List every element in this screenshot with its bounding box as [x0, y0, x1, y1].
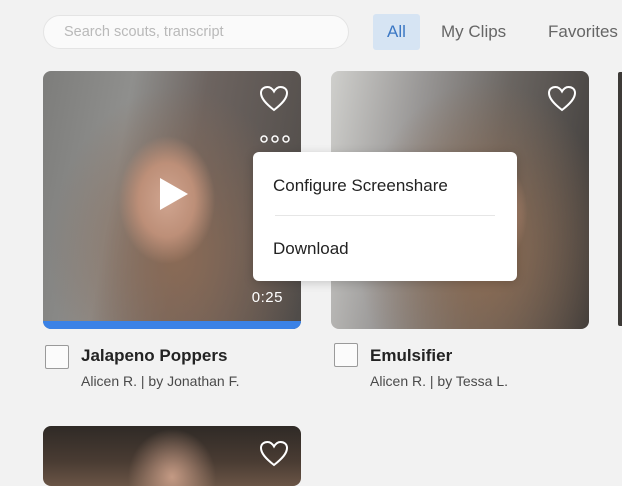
- clip-thumbnail[interactable]: [43, 426, 301, 486]
- clip-duration: 0:25: [251, 289, 283, 306]
- tab-all[interactable]: All: [373, 14, 420, 50]
- clip-thumbnail-partial[interactable]: [618, 72, 622, 326]
- search-input[interactable]: [43, 15, 349, 49]
- clip-meta: Alicen R. | by Jonathan F.: [81, 373, 240, 389]
- tab-favorites[interactable]: Favorites: [548, 14, 618, 50]
- heart-icon[interactable]: [259, 440, 289, 467]
- clip-title[interactable]: Jalapeno Poppers: [81, 346, 227, 366]
- more-icon[interactable]: [260, 134, 290, 144]
- heart-icon[interactable]: [547, 85, 577, 112]
- clip-progress-bar[interactable]: [43, 321, 301, 329]
- clip-select-checkbox[interactable]: [45, 345, 69, 369]
- menu-item-download[interactable]: Download: [273, 239, 349, 259]
- heart-icon[interactable]: [259, 85, 289, 112]
- clip-select-checkbox[interactable]: [334, 343, 358, 367]
- clip-meta: Alicen R. | by Tessa L.: [370, 373, 508, 389]
- tab-my-clips[interactable]: My Clips: [441, 14, 506, 50]
- menu-item-configure-screenshare[interactable]: Configure Screenshare: [273, 176, 448, 196]
- menu-divider: [275, 215, 495, 216]
- clip-context-menu: Configure Screenshare Download: [253, 152, 517, 281]
- clip-title[interactable]: Emulsifier: [370, 346, 452, 366]
- play-icon[interactable]: [158, 176, 190, 212]
